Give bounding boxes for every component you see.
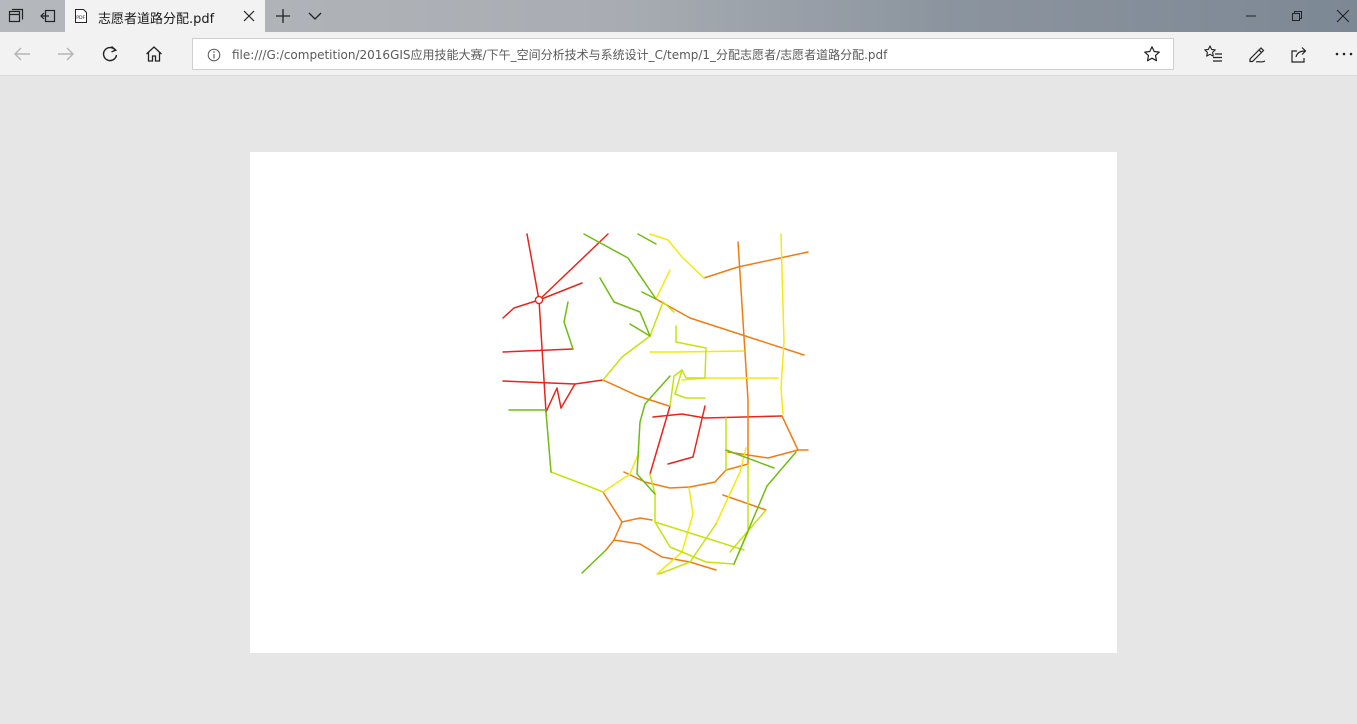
tabs-aside-icon[interactable] <box>6 6 26 26</box>
info-icon[interactable] <box>207 48 221 66</box>
home-icon[interactable] <box>143 43 165 65</box>
url-text[interactable]: file:///G:/competition/2016GIS应用技能大赛/下午_… <box>232 46 887 63</box>
pen-icon[interactable] <box>1246 43 1268 65</box>
close-icon[interactable] <box>241 8 257 24</box>
yellowgreen-roads <box>550 301 767 575</box>
restore-tabs-icon[interactable] <box>38 6 58 26</box>
svg-text:PDF: PDF <box>76 15 85 21</box>
more-icon[interactable] <box>1333 43 1355 65</box>
favorites-list-icon[interactable] <box>1202 43 1224 65</box>
address-bar[interactable]: file:///G:/competition/2016GIS应用技能大赛/下午_… <box>192 38 1174 70</box>
pdf-file-icon: PDF <box>73 8 89 28</box>
back-arrow-icon[interactable] <box>11 43 33 65</box>
tab-strip: PDF 志愿者道路分配.pdf <box>0 0 1357 32</box>
share-icon[interactable] <box>1288 43 1310 65</box>
pdf-page <box>250 152 1117 653</box>
star-icon[interactable] <box>1143 45 1161 67</box>
road-network-map <box>502 233 809 575</box>
refresh-icon[interactable] <box>99 43 121 65</box>
plus-icon[interactable] <box>273 6 293 30</box>
pdf-viewer[interactable] <box>0 76 1357 724</box>
navigation-toolbar: file:///G:/competition/2016GIS应用技能大赛/下午_… <box>0 32 1357 76</box>
roundabout-marker <box>534 295 544 305</box>
green-roads <box>508 233 797 574</box>
tab-title: 志愿者道路分配.pdf <box>98 12 215 27</box>
forward-arrow-icon[interactable] <box>55 43 77 65</box>
restore-icon[interactable] <box>1287 6 1307 26</box>
minimize-icon[interactable] <box>1241 6 1261 26</box>
active-tab[interactable]: PDF 志愿者道路分配.pdf <box>65 0 265 32</box>
close-icon[interactable] <box>1333 6 1353 26</box>
yellow-roads <box>602 233 785 575</box>
chevron-down-icon[interactable] <box>305 6 325 30</box>
